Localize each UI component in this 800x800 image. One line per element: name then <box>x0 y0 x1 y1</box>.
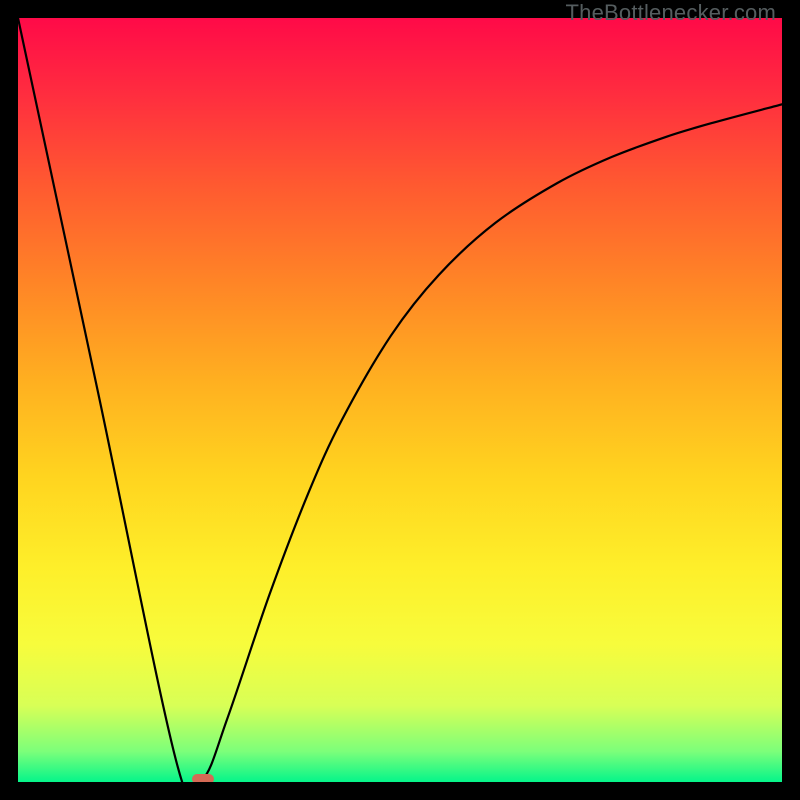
watermark-text: TheBottlenecker.com <box>566 0 776 26</box>
bottleneck-curve <box>18 18 782 782</box>
optimal-point-marker <box>192 774 214 782</box>
chart-plot-area <box>18 18 782 782</box>
chart-frame: TheBottlenecker.com <box>0 0 800 800</box>
